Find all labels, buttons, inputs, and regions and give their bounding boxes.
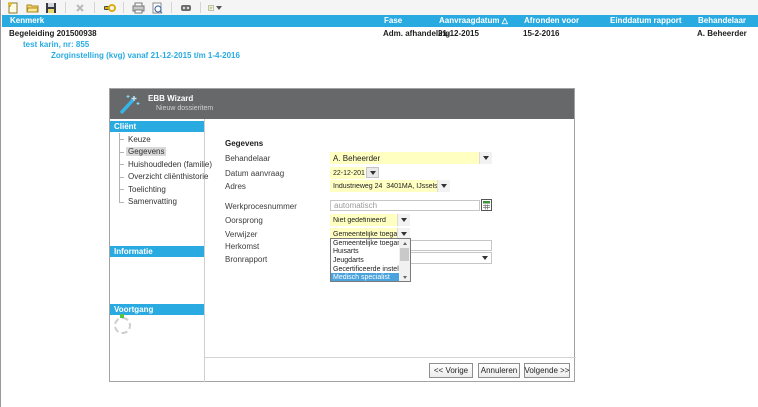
toolbar: [2, 0, 758, 15]
form-heading: Gegevens: [225, 139, 264, 148]
cell-aanvraagdatum: 21-12-2015: [438, 29, 479, 38]
magic-wand-icon: [117, 93, 141, 121]
sidebar-item-gegevens[interactable]: Gegevens: [110, 146, 204, 159]
label-behandelaar: Behandelaar: [225, 154, 271, 163]
label-oorsprong: Oorsprong: [225, 216, 263, 225]
progress-spinner-icon: [114, 317, 131, 334]
werkprocesnummer-input[interactable]: automatisch: [330, 200, 480, 211]
behandelaar-combobox[interactable]: A. Beheerder: [330, 152, 492, 164]
dropdown-options: Gemeentelijke toegang Huisarts Jeugdarts…: [331, 239, 399, 281]
column-header-aanvraagdatum[interactable]: Aanvraagdatum △: [439, 16, 508, 25]
sidebar-section-informatie: Informatie: [110, 246, 204, 257]
scrollbar-thumb[interactable]: [400, 248, 409, 261]
scroll-up-icon[interactable]: [399, 239, 410, 247]
option-gecertificeerde-instelling[interactable]: Gecertificeerde instelling: [331, 265, 399, 274]
subrow-client[interactable]: test karin, nr: 855: [23, 40, 89, 49]
column-header-behandelaar[interactable]: Behandelaar: [698, 16, 746, 25]
toolbar-separator: [123, 2, 124, 13]
cancel-button[interactable]: Annuleren: [478, 363, 520, 378]
save-icon[interactable]: [44, 1, 58, 14]
option-medisch-specialist[interactable]: Medisch specialist: [331, 273, 399, 281]
chevron-down-icon[interactable]: [437, 180, 450, 192]
subrow-zorginstelling[interactable]: Zorginstelling (kvg) vanaf 21-12-2015 t/…: [51, 51, 240, 60]
label-datum-aanvraag: Datum aanvraag: [225, 169, 285, 178]
sidebar-divider: [204, 119, 205, 382]
calculator-icon[interactable]: [480, 199, 492, 211]
sidebar-section-client: Cliënt: [110, 121, 204, 132]
datum-aanvraag-field[interactable]: 22-12-2015: [330, 167, 365, 179]
application-window: Kenmerk Fase Aanvraagdatum △ Afronden vo…: [0, 0, 758, 407]
export-icon[interactable]: [179, 1, 193, 14]
sidebar-item-toelichting[interactable]: Toelichting: [110, 183, 204, 196]
wizard-subtitle: Nieuw dossieritem: [156, 105, 214, 112]
chevron-down-icon[interactable]: [478, 253, 491, 263]
column-header-einddatum-rapport[interactable]: Einddatum rapport: [610, 16, 682, 25]
option-huisarts[interactable]: Huisarts: [331, 248, 399, 257]
scroll-down-icon[interactable]: [399, 273, 410, 281]
wizard-title: EBB Wizard: [148, 94, 194, 103]
sidebar-item-samenvatting[interactable]: Samenvatting: [110, 196, 204, 209]
column-header-kenmerk[interactable]: Kenmerk: [10, 16, 44, 25]
delete-icon[interactable]: [73, 1, 87, 14]
chevron-down-icon[interactable]: [479, 152, 492, 164]
sidebar-item-keuze[interactable]: Keuze: [110, 133, 204, 146]
previous-button[interactable]: << Vorige: [429, 363, 473, 378]
label-werkprocesnummer: Werkprocesnummer: [225, 202, 297, 211]
next-button[interactable]: Volgende >>: [524, 363, 570, 378]
adres-combobox[interactable]: Industrieweg 24 3401MA, IJsselstein: [330, 180, 450, 192]
verwijzer-dropdown-list: Gemeentelijke toegang Huisarts Jeugdarts…: [330, 238, 411, 282]
sidebar-item-huishoudleden[interactable]: Huishoudleden (familie): [110, 158, 212, 171]
toolbar-separator: [94, 2, 95, 13]
open-folder-icon[interactable]: [25, 1, 39, 14]
wizard-header: EBB Wizard Nieuw dossieritem: [110, 89, 574, 119]
label-verwijzer: Verwijzer: [225, 230, 258, 239]
label-herkomst: Herkomst: [225, 242, 260, 251]
toolbar-separator: [65, 2, 66, 13]
oorsprong-combobox[interactable]: Niet gedefinieerd: [330, 214, 410, 226]
print-icon[interactable]: [131, 1, 145, 14]
column-header-fase[interactable]: Fase: [384, 16, 402, 25]
option-jeugdarts[interactable]: Jeugdarts: [331, 256, 399, 265]
chevron-down-icon[interactable]: [397, 214, 410, 226]
key-icon[interactable]: [102, 1, 116, 14]
cell-behandelaar: A. Beheerder: [697, 29, 747, 38]
ebb-wizard-dialog: EBB Wizard Nieuw dossieritem Cliënt Keuz…: [109, 88, 576, 382]
cell-afronden-voor: 15-2-2016: [523, 29, 560, 38]
label-bronrapport: Bronrapport: [225, 255, 268, 264]
progress-spinner-tick: [120, 314, 124, 318]
column-header-afronden-voor[interactable]: Afronden voor: [524, 16, 579, 25]
date-picker-button[interactable]: [366, 167, 379, 178]
option-gemeentelijke-toegang[interactable]: Gemeentelijke toegang: [331, 239, 399, 248]
new-item-icon[interactable]: [6, 1, 20, 14]
dropdown-scrollbar[interactable]: [399, 239, 410, 281]
wizard-step-tree: Keuze Gegevens Huishoudleden (familie) O…: [110, 133, 212, 209]
sidebar-section-voortgang: Voortgang: [110, 304, 204, 315]
chevron-down-icon: [216, 5, 222, 10]
footer-divider: [205, 357, 576, 358]
toolbar-separator: [200, 2, 201, 13]
toolbar-separator: [171, 2, 172, 13]
sort-ascending-icon: △: [501, 16, 508, 25]
cell-kenmerk: Begeleiding 201500938: [9, 29, 97, 38]
notes-dropdown-icon[interactable]: [208, 1, 222, 14]
grid-header: Kenmerk Fase Aanvraagdatum △ Afronden vo…: [2, 15, 758, 27]
sidebar-item-overzicht-clienthistorie[interactable]: Overzicht cliënthistorie: [110, 171, 208, 184]
label-adres: Adres: [225, 182, 246, 191]
print-preview-icon[interactable]: [150, 1, 164, 14]
